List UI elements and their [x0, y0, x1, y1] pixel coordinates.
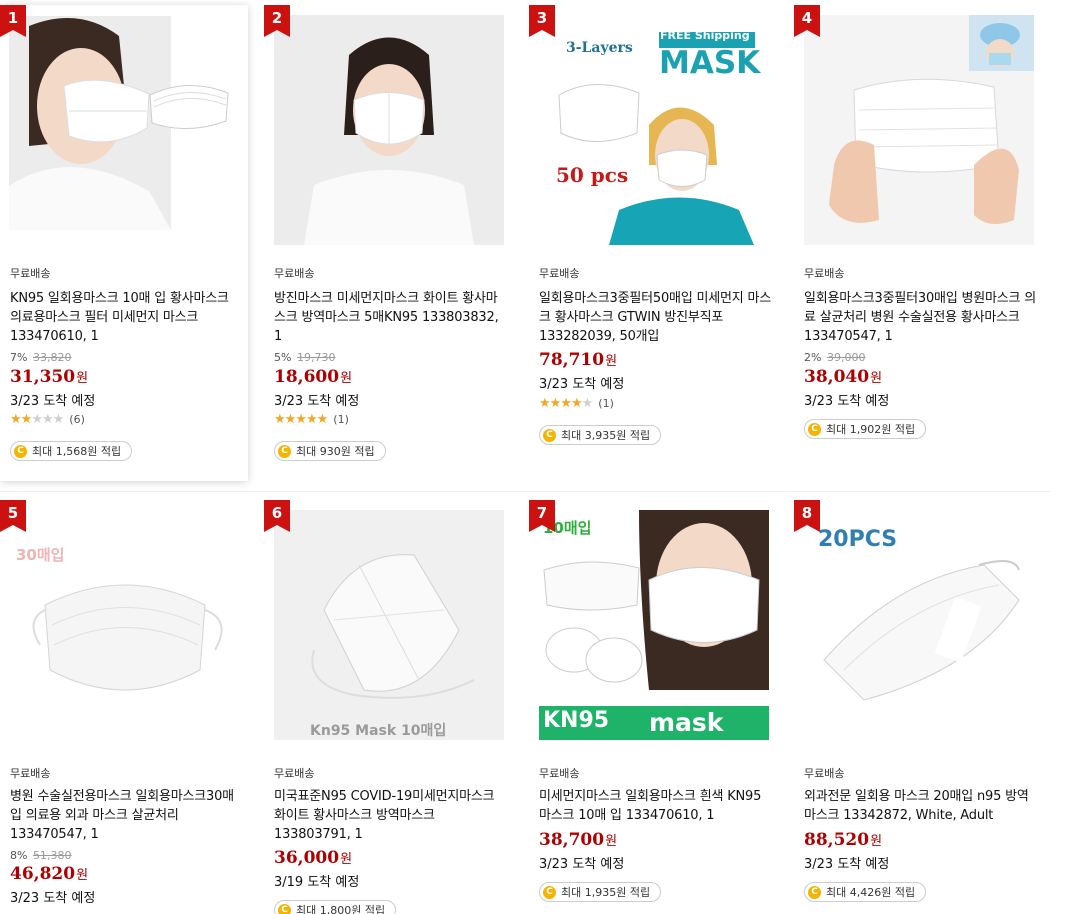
sale-price: 18,600원 — [274, 367, 353, 387]
image-caption-count: 20PCS — [818, 527, 898, 552]
product-card[interactable]: 4 무료배송 일회용마스크3중필터30매입 병원마스크 의료 살균처리 병원 수… — [794, 5, 1042, 481]
coin-icon: C — [808, 885, 821, 899]
reward-badge: C 최대 1,568원 적립 — [10, 441, 133, 461]
sale-price: 31,350원 — [10, 367, 89, 387]
coin-icon: C — [808, 422, 821, 436]
reward-badge: C 최대 1,935원 적립 — [539, 882, 662, 902]
reward-badge: C 최대 4,426원 적립 — [804, 882, 927, 902]
free-shipping-label: 무료배송 — [539, 767, 580, 780]
delivery-estimate: 3/23 도착 예정 — [539, 857, 625, 872]
sale-price: 38,040원 — [804, 367, 883, 387]
original-price: 51,380 — [32, 849, 72, 862]
sale-price: 46,820원 — [10, 864, 89, 884]
original-price: 39,000 — [826, 351, 866, 364]
product-card[interactable]: 7 10매입 KN95 mask 무료배송 미세먼지마스크 일회용마스크 흰색 … — [529, 500, 777, 914]
rank-badge: 5 — [0, 500, 26, 532]
review-count: (1) — [333, 413, 349, 426]
delivery-estimate: 3/23 도착 예정 — [274, 394, 360, 409]
image-caption-kn95: KN95 — [543, 708, 610, 733]
star-rating-icon: ★★★★★ — [539, 396, 593, 411]
image-caption-label: Kn95 Mask 10매입 — [310, 723, 447, 739]
coin-icon: C — [278, 444, 291, 458]
discount-row: 7% 33,820 — [10, 351, 71, 364]
discount-rate: 8% — [10, 849, 28, 862]
free-shipping-label: 무료배송 — [10, 767, 51, 780]
discount-rate: 7% — [10, 351, 28, 364]
product-title[interactable]: 미세먼지마스크 일회용마스크 흰색 KN95 마스크 10매 입 1334706… — [539, 787, 771, 825]
discount-row: 8% 51,380 — [10, 849, 71, 862]
free-shipping-label: 무료배송 — [274, 767, 315, 780]
sale-price: 38,700원 — [539, 830, 618, 850]
free-shipping-label: 무료배송 — [274, 267, 315, 280]
rank-badge: 6 — [264, 500, 290, 532]
review-count: (1) — [598, 397, 614, 410]
free-shipping-label: 무료배송 — [804, 767, 845, 780]
sale-price: 78,710원 — [539, 350, 618, 370]
product-image[interactable] — [274, 510, 504, 740]
image-caption-mask: MASK — [659, 45, 761, 81]
review-count: (6) — [69, 413, 85, 426]
product-title[interactable]: KN95 일회용마스크 10매 입 황사마스크 의료용마스크 필터 미세먼지 마… — [10, 289, 242, 346]
reward-badge: C 최대 1,902원 적립 — [804, 419, 927, 439]
discount-rate: 5% — [274, 351, 292, 364]
free-shipping-label: 무료배송 — [539, 267, 580, 280]
rank-badge: 2 — [264, 5, 290, 37]
star-rating-icon: ★★★★★ — [10, 412, 64, 427]
image-caption-layers: 3-Layers — [566, 40, 633, 56]
product-card[interactable]: 8 20PCS 무료배송 외과전문 일회용 마스크 20매입 n95 방역마스크… — [794, 500, 1042, 914]
original-price: 19,730 — [296, 351, 336, 364]
product-title[interactable]: 병원 수술실전용마스크 일회용마스크30매입 의료용 외과 마스크 살균처리13… — [10, 787, 242, 844]
product-image[interactable] — [804, 15, 1034, 245]
delivery-estimate: 3/19 도착 예정 — [274, 875, 360, 890]
product-image[interactable] — [274, 15, 504, 245]
sale-price: 88,520원 — [804, 830, 883, 850]
product-card[interactable]: 3 3-Layers FREE Shipping MASK 50 pcs 무료배… — [529, 5, 777, 481]
coin-icon: C — [543, 885, 556, 899]
delivery-estimate: 3/23 도착 예정 — [804, 857, 890, 872]
image-caption-mask: mask — [649, 708, 724, 737]
original-price: 33,820 — [32, 351, 72, 364]
discount-row: 5% 19,730 — [274, 351, 335, 364]
image-caption-count: 30매입 — [16, 546, 65, 564]
product-card[interactable]: 1 무료배송 KN95 일회용마스크 10매 입 황사마스크 의료용마스크 필터… — [0, 5, 248, 481]
delivery-estimate: 3/23 도착 예정 — [10, 891, 96, 906]
coin-icon: C — [278, 903, 291, 914]
product-image[interactable] — [9, 16, 171, 230]
product-title[interactable]: 일회용마스크3중필터50매입 미세먼지 마스크 황사마스크 GTWIN 방진부직… — [539, 289, 771, 346]
mask-stack-image — [149, 85, 229, 130]
rank-badge: 7 — [529, 500, 555, 532]
reward-badge: C 최대 3,935원 적립 — [539, 425, 662, 445]
rating: ★★★★★ (1) — [274, 412, 349, 427]
free-shipping-label: 무료배송 — [804, 267, 845, 280]
rank-badge: 4 — [794, 5, 820, 37]
product-card[interactable]: 6 Kn95 Mask 10매입 무료배송 미국표준N95 COVID-19미세… — [264, 500, 512, 914]
discount-rate: 2% — [804, 351, 822, 364]
product-card[interactable]: 5 30매입 무료배송 병원 수술실전용마스크 일회용마스크30매입 의료용 외… — [0, 500, 248, 914]
star-rating-icon: ★★★★★ — [274, 412, 328, 427]
reward-badge: C 최대 1,800원 적립 — [274, 900, 397, 914]
rank-badge: 8 — [794, 500, 820, 532]
product-image[interactable] — [539, 510, 769, 740]
coin-icon: C — [543, 428, 556, 442]
rating: ★★★★★ (1) — [539, 396, 614, 411]
product-card[interactable]: 2 무료배송 방진마스크 미세먼지마스크 화이트 황사마스크 방역마스크 5매K… — [264, 5, 512, 481]
sale-price: 36,000원 — [274, 848, 353, 868]
discount-row: 2% 39,000 — [804, 351, 865, 364]
image-caption-count: 50 pcs — [556, 163, 629, 187]
product-title[interactable]: 방진마스크 미세먼지마스크 화이트 황사마스크 방역마스크 5매KN95 133… — [274, 289, 506, 346]
coin-icon: C — [14, 444, 27, 458]
rating: ★★★★★ (6) — [10, 412, 85, 427]
reward-badge: C 최대 930원 적립 — [274, 441, 386, 461]
delivery-estimate: 3/23 도착 예정 — [804, 394, 890, 409]
delivery-estimate: 3/23 도착 예정 — [539, 377, 625, 392]
free-shipping-label: 무료배송 — [10, 267, 51, 280]
product-title[interactable]: 미국표준N95 COVID-19미세먼지마스크 화이트 황사마스크 방역마스크 … — [274, 787, 506, 844]
rank-badge: 1 — [0, 5, 26, 37]
product-title[interactable]: 외과전문 일회용 마스크 20매입 n95 방역마스크 13342872, Wh… — [804, 787, 1036, 825]
image-caption-shipping: FREE Shipping — [660, 29, 750, 42]
rank-badge: 3 — [529, 5, 555, 37]
delivery-estimate: 3/23 도착 예정 — [10, 394, 96, 409]
product-title[interactable]: 일회용마스크3중필터30매입 병원마스크 의료 살균처리 병원 수술실전용 황사… — [804, 289, 1036, 346]
row-divider — [0, 491, 1050, 492]
